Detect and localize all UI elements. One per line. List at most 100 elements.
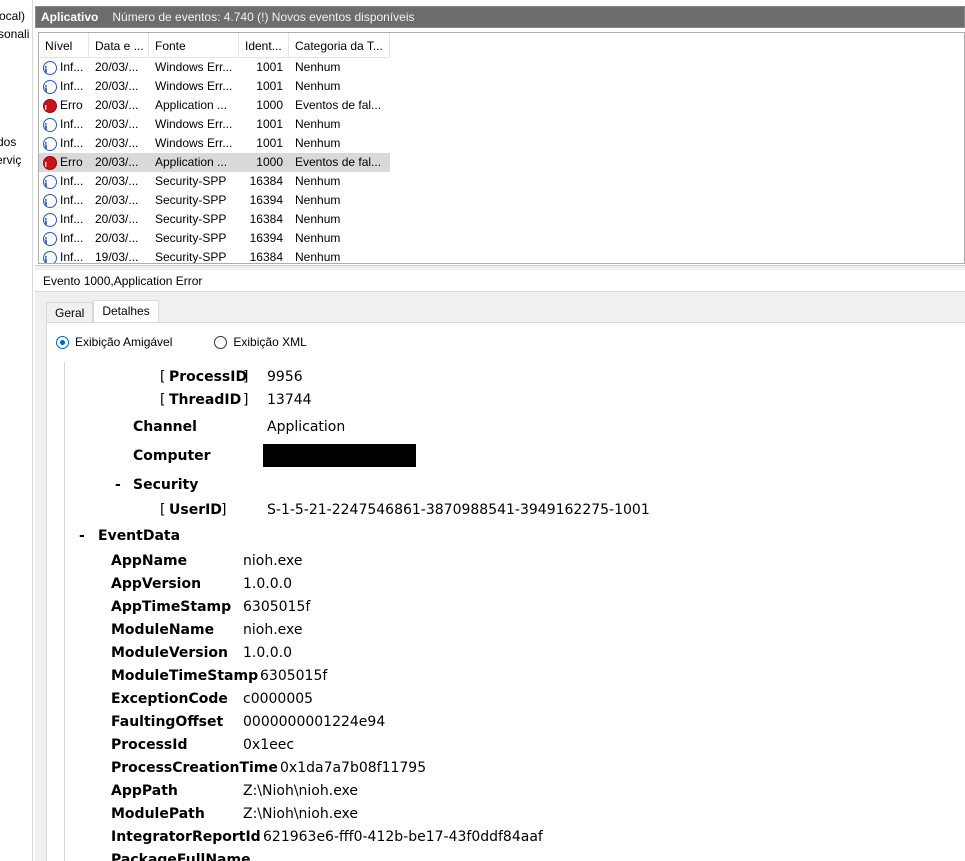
event-row[interactable]: i Inf... 20/03/... Windows Err... 1001 Nenhum [39, 77, 390, 96]
level-text: Inf... [60, 250, 84, 264]
event-data-field-key: AppPath [111, 783, 178, 799]
event-row[interactable]: i Inf... 20/03/... Security-SPP 16394 Nenhum [39, 229, 390, 248]
level-text: Erro [60, 98, 83, 112]
event-data-field-key: ProcessId [111, 737, 188, 753]
bracket-close: ] [243, 392, 249, 408]
event-count-info: Número de eventos: 4.740 (!) Novos event… [112, 10, 415, 24]
user-id-key: UserID [169, 502, 222, 518]
event-data-field-value: Z:\Nioh\nioh.exe [243, 783, 359, 799]
bracket-close: ] [243, 369, 249, 385]
info-icon: i [43, 193, 57, 208]
id-cell: 16384 [249, 250, 283, 264]
event-row[interactable]: i Inf... 20/03/... Windows Err... 1001 Nenhum [39, 134, 390, 153]
tree-item[interactable]: ocal) [0, 8, 25, 24]
event-data-field-key: PackageFullName [111, 852, 251, 861]
event-data-key: EventData [98, 528, 181, 544]
user-id-value: S-1-5-21-2247546861-3870988541-394916227… [267, 502, 650, 518]
collapse-toggle[interactable]: - [79, 527, 85, 545]
level-cell: i Inf... [39, 229, 89, 248]
event-data-field-key: AppName [111, 553, 188, 569]
event-data-field-value: 0x1da7a7b08f11795 [280, 760, 427, 776]
column-header-id[interactable]: Ident... [239, 33, 289, 58]
level-text: Erro [60, 155, 83, 169]
event-detail-title: Evento 1000,Application Error [35, 270, 965, 292]
friendly-view-label[interactable]: Exibição Amigável [75, 335, 172, 349]
id-cell: 1000 [256, 98, 283, 112]
level-text: Inf... [60, 193, 84, 207]
computer-key: Computer [133, 448, 211, 464]
column-header-level[interactable]: Nível [39, 33, 89, 58]
collapse-toggle[interactable]: - [115, 476, 121, 494]
date-cell: 20/03/... [95, 117, 139, 131]
category-cell: Nenhum [295, 79, 341, 93]
event-data-field-value: 0000000001224e94 [243, 714, 386, 730]
events-grid[interactable]: Nível Data e ... Fonte Ident... Categori… [38, 32, 965, 264]
id-cell: 16384 [249, 212, 283, 226]
level-cell: i Inf... [39, 172, 89, 191]
category-cell: Nenhum [295, 212, 341, 226]
date-cell: 20/03/... [95, 174, 139, 188]
level-cell: i Inf... [39, 210, 89, 229]
tree-item[interactable]: erviç [0, 152, 21, 168]
source-cell: Security-SPP [155, 193, 227, 207]
date-cell: 20/03/... [95, 155, 139, 169]
event-row[interactable]: ! Erro 20/03/... Application ... 1000 Eventos… [39, 153, 390, 172]
source-cell: Security-SPP [155, 174, 227, 188]
source-cell: Security-SPP [155, 250, 227, 264]
event-data-field-value: nioh.exe [243, 622, 303, 638]
event-data-field-value: 1.0.0.0 [243, 645, 292, 661]
event-row[interactable]: i Inf... 20/03/... Security-SPP 16384 Nenhum [39, 210, 390, 229]
tree-item[interactable]: sonali [0, 26, 29, 42]
event-row[interactable]: ! Erro 20/03/... Application ... 1000 Eventos… [39, 96, 390, 115]
friendly-view-radio[interactable] [56, 335, 69, 349]
column-header-date[interactable]: Data e ... [89, 33, 149, 58]
event-data-field-key: ProcessCreationTime [111, 760, 278, 776]
category-cell: Eventos de fal... [295, 155, 382, 169]
category-cell: Nenhum [295, 193, 341, 207]
xml-view-radio[interactable] [214, 335, 228, 349]
category-cell: Nenhum [295, 60, 341, 74]
grid-header: Nível Data e ... Fonte Ident... Categori… [39, 33, 390, 58]
event-row[interactable]: i Inf... 20/03/... Security-SPP 16384 Nenhum [39, 172, 390, 191]
event-data-field-key: ExceptionCode [111, 691, 228, 707]
event-data-field-value: c0000005 [243, 691, 314, 707]
level-cell: i Inf... [39, 248, 89, 264]
category-cell: Nenhum [295, 136, 341, 150]
tab-geral[interactable]: Geral [46, 302, 94, 322]
info-icon: i [43, 79, 57, 94]
redacted-computer-name [263, 444, 416, 467]
id-cell: 16394 [249, 193, 283, 207]
error-icon: ! [43, 155, 57, 170]
id-cell: 1001 [256, 79, 283, 93]
date-cell: 20/03/... [95, 60, 139, 74]
date-cell: 20/03/... [95, 136, 139, 150]
column-header-category[interactable]: Categoria da T... [289, 33, 390, 58]
event-row[interactable]: i Inf... 20/03/... Windows Err... 1001 Nenhum [39, 58, 390, 77]
level-text: Inf... [60, 136, 84, 150]
xml-view-label[interactable]: Exibição XML [233, 335, 306, 349]
thread-id-key: ThreadID [169, 392, 242, 408]
event-data-field-value: 0x1eec [243, 737, 295, 753]
tree-item[interactable]: dos [0, 134, 16, 150]
event-xml-view[interactable]: [ ProcessID ] 9956 [ ThreadID ] 13744 Ch… [64, 362, 965, 861]
id-cell: 1001 [256, 117, 283, 131]
date-cell: 20/03/... [95, 79, 139, 93]
grid-rows: i Inf... 20/03/... Windows Err... 1001 Nenhum… [39, 58, 390, 264]
tab-detalhes[interactable]: Detalhes [93, 300, 159, 322]
category-cell: Nenhum [295, 174, 341, 188]
event-row[interactable]: i Inf... 19/03/... Security-SPP 16384 Nenhum [39, 248, 390, 264]
event-data-field-key: IntegratorReportId [111, 829, 261, 845]
source-cell: Security-SPP [155, 212, 227, 226]
level-text: Inf... [60, 231, 84, 245]
event-row[interactable]: i Inf... 20/03/... Security-SPP 16394 Nenhum [39, 191, 390, 210]
date-cell: 19/03/... [95, 250, 139, 264]
console-tree: ocal) sonali dos erviç [0, 0, 33, 861]
level-text: Inf... [60, 212, 84, 226]
event-data-field-value: 6305015f [243, 599, 311, 615]
event-row[interactable]: i Inf... 20/03/... Windows Err... 1001 Nenhum [39, 115, 390, 134]
date-cell: 20/03/... [95, 212, 139, 226]
info-icon: i [43, 174, 57, 189]
source-cell: Windows Err... [155, 60, 233, 74]
category-cell: Nenhum [295, 231, 341, 245]
column-header-source[interactable]: Fonte [149, 33, 239, 58]
